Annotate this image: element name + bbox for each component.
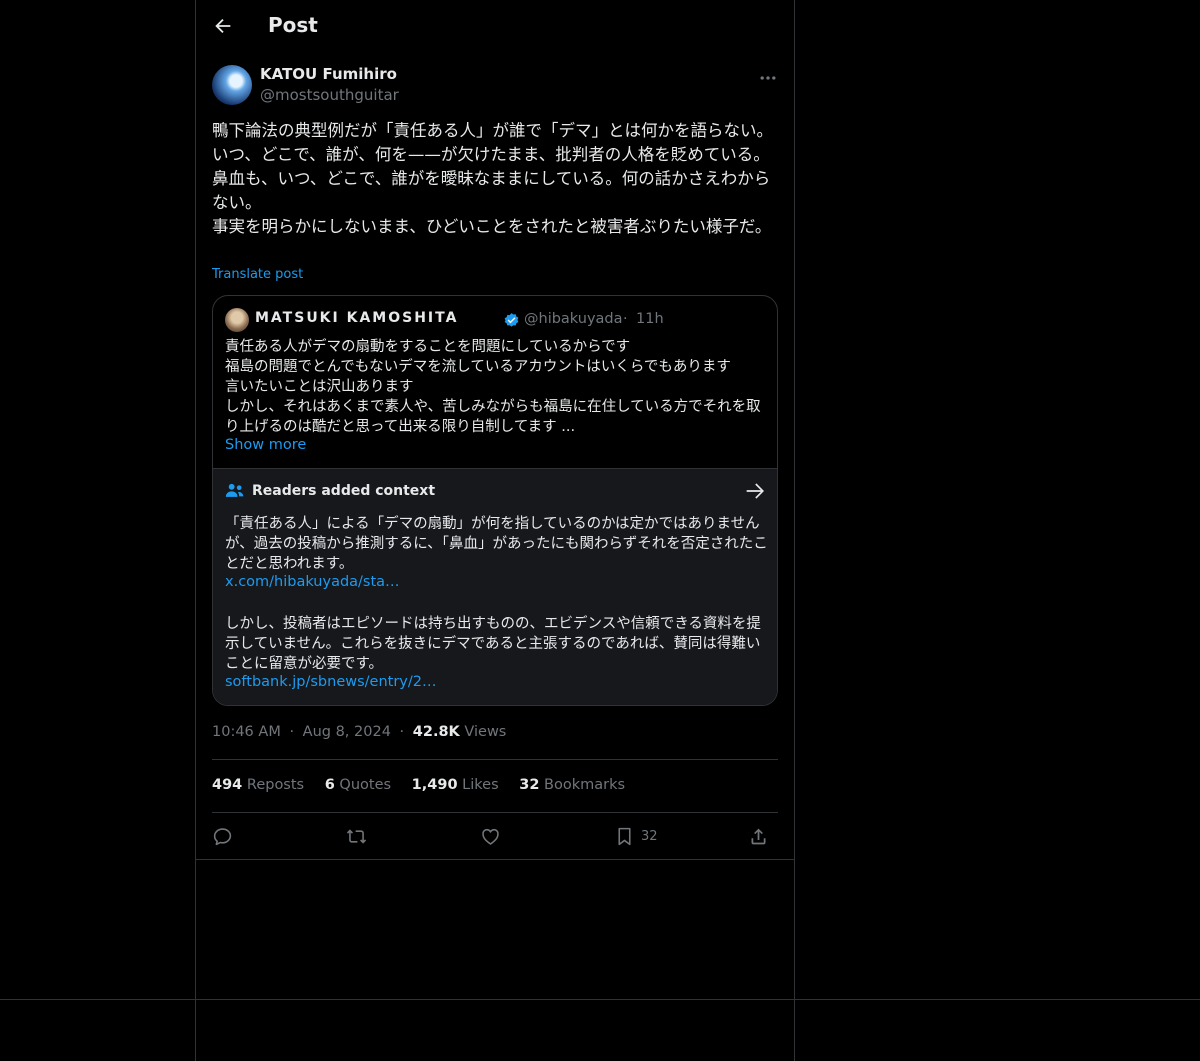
reposts-label: Reposts (246, 777, 305, 793)
community-note-open-button[interactable] (745, 481, 765, 501)
post-time[interactable]: 10:46 AM (212, 724, 281, 740)
reply-button[interactable] (212, 823, 233, 849)
quote-avatar (225, 308, 249, 332)
quote-author-handle: @hibakuyada (524, 311, 623, 327)
like-icon (482, 828, 499, 845)
meta-separator: · (289, 724, 295, 740)
views-label: Views (464, 724, 507, 740)
author-avatar[interactable] (212, 65, 252, 105)
share-icon (751, 828, 766, 844)
more-icon (760, 76, 776, 80)
post-author: KATOU Fumihiro @mostsouthguitar (212, 64, 778, 108)
back-button[interactable] (210, 13, 236, 39)
quote-text: 責任ある人がデマの扇動をすることを問題にしているからです 福島の問題でとんでもな… (225, 339, 761, 435)
divider (212, 759, 778, 760)
quote-timestamp: 11h (636, 311, 664, 327)
quotes-count: 6 (324, 777, 335, 793)
likes-label: Likes (462, 777, 499, 793)
author-name[interactable]: KATOU Fumihiro (260, 65, 397, 83)
bookmarks-count: 32 (519, 777, 540, 793)
translate-post-link[interactable]: Translate post (212, 267, 303, 282)
action-bar: 32 (212, 823, 778, 851)
reposts-count: 494 (212, 777, 243, 793)
bookmark-button[interactable]: 32 (614, 823, 658, 849)
bookmarks-label: Bookmarks (544, 777, 626, 793)
people-icon (225, 483, 244, 497)
page-title: Post (268, 13, 318, 37)
community-note-title: Readers added context (252, 483, 436, 499)
post-date[interactable]: Aug 8, 2024 (303, 724, 391, 740)
post-stats: 494 Reposts 6 Quotes 1,490 Likes 32 Book… (212, 777, 641, 793)
header: Post (196, 0, 794, 53)
quoted-post[interactable]: MATSUKI KAMOSHITA @hibakuyada · 11h 責任ある… (212, 295, 778, 706)
divider (196, 859, 794, 860)
community-note-link[interactable]: x.com/hibakuyada/sta… (225, 574, 400, 590)
share-button[interactable] (748, 823, 769, 849)
views-count: 42.8K (412, 724, 460, 740)
meta-separator: · (399, 724, 405, 740)
repost-button[interactable] (346, 823, 367, 849)
reposts-stat[interactable]: 494 Reposts (212, 777, 304, 793)
quotes-label: Quotes (339, 777, 392, 793)
back-arrow-icon (215, 18, 231, 34)
author-handle[interactable]: @mostsouthguitar (260, 86, 399, 104)
main-column: Post KATOU Fumihiro @mostsouthguitar 鴨下論… (195, 0, 795, 1061)
more-button[interactable] (758, 68, 778, 88)
community-note-paragraph: しかし、投稿者はエピソードは持ち出すものの、エビデンスや信頼できる資料を提示して… (225, 616, 761, 672)
bookmark-icon (618, 827, 631, 845)
arrow-right-icon (746, 483, 764, 499)
community-note-paragraph: 「責任ある人」による「デマの扇動」が何を指しているのかは定かではありませんが、過… (225, 516, 768, 572)
reply-icon (213, 827, 232, 845)
likes-stat[interactable]: 1,490 Likes (412, 777, 499, 793)
repost-icon (346, 828, 367, 844)
show-more-link[interactable]: Show more (225, 437, 306, 453)
community-note-link[interactable]: softbank.jp/sbnews/entry/2… (225, 674, 436, 690)
community-note[interactable]: Readers added context 「責任ある人」による「デマの扇動」が… (213, 468, 777, 705)
quotes-stat[interactable]: 6 Quotes (325, 777, 391, 793)
verified-icon (504, 313, 519, 327)
likes-count: 1,490 (411, 777, 458, 793)
divider (0, 999, 1200, 1000)
bookmark-count: 32 (641, 828, 658, 844)
bookmarks-stat[interactable]: 32 Bookmarks (519, 777, 625, 793)
quote-author-name: MATSUKI KAMOSHITA (255, 310, 459, 326)
like-button[interactable] (480, 823, 501, 849)
divider (212, 812, 778, 813)
page: Post KATOU Fumihiro @mostsouthguitar 鴨下論… (0, 0, 1200, 1061)
quote-separator: · (623, 311, 628, 327)
post-text: 鴨下論法の典型例だが「責任ある人」が誰で「デマ」とは何かを語らない。いつ、どこで… (212, 121, 773, 236)
post-meta: 10:46 AM · Aug 8, 2024 · 42.8K Views (212, 724, 506, 740)
